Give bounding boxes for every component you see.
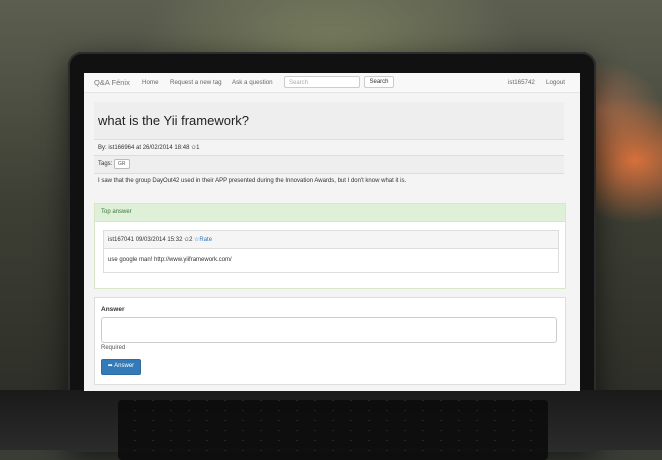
answer-author-date: ist167041 09/03/2014 15:32 — [108, 237, 185, 243]
tag-badge[interactable]: GR — [114, 159, 130, 169]
nav-home[interactable]: Home — [142, 79, 159, 86]
nav-user[interactable]: ist165742 — [508, 79, 535, 86]
question-title: what is the Yii framework? — [98, 113, 250, 128]
logout-link[interactable]: Logout — [546, 79, 565, 86]
nav-ask-question[interactable]: Ask a question — [232, 79, 273, 86]
rate-link[interactable]: ☆Rate — [194, 236, 212, 243]
navbar: Q&A Fénix Home Request a new tag Ask a q… — [84, 73, 580, 93]
answer-meta: ist167041 09/03/2014 15:32 ✩2 — [108, 236, 192, 243]
browser-screen: Q&A Fénix Home Request a new tag Ask a q… — [84, 73, 580, 391]
top-answer-heading-text: Top answer — [101, 209, 132, 215]
required-hint: Required — [101, 345, 126, 351]
top-answer-panel: Top answer ist167041 09/03/2014 15:32 ✩2… — [94, 203, 566, 289]
submit-answer-button[interactable]: ➦ Answer — [101, 359, 141, 375]
question-header: what is the Yii framework? — [94, 102, 564, 140]
answer-card-header: ist167041 09/03/2014 15:32 ✩2 ☆Rate — [104, 231, 558, 249]
tags-bar: Tags: GR — [94, 155, 564, 174]
answer-text: use google man! http://www.yiiframework.… — [108, 257, 232, 263]
top-answer-heading: Top answer — [95, 204, 565, 222]
tags-label: Tags: — [98, 161, 113, 167]
nav-request-tag[interactable]: Request a new tag — [170, 79, 222, 86]
answer-textarea[interactable] — [101, 317, 557, 343]
answer-form-panel: Answer Required ➦ Answer — [94, 297, 566, 385]
question-body: I saw that the group DayOut42 used in th… — [98, 178, 407, 184]
question-votes: 1 — [196, 145, 200, 151]
question-meta: By: ist166964 at 26/02/2014 18:48 ✩1 — [98, 144, 199, 151]
search-button[interactable]: Search — [364, 76, 394, 88]
search-input[interactable]: Search — [284, 76, 360, 88]
submit-label: Answer — [114, 363, 135, 369]
answer-form-label: Answer — [101, 306, 125, 313]
brand-link[interactable]: Q&A Fénix — [94, 78, 130, 87]
rate-label: Rate — [199, 237, 213, 243]
keyboard — [118, 400, 548, 460]
answer-card: ist167041 09/03/2014 15:32 ✩2 ☆Rate use … — [103, 230, 559, 273]
question-author-date: By: ist166964 at 26/02/2014 18:48 — [98, 145, 192, 151]
answer-votes: 2 — [189, 237, 193, 243]
